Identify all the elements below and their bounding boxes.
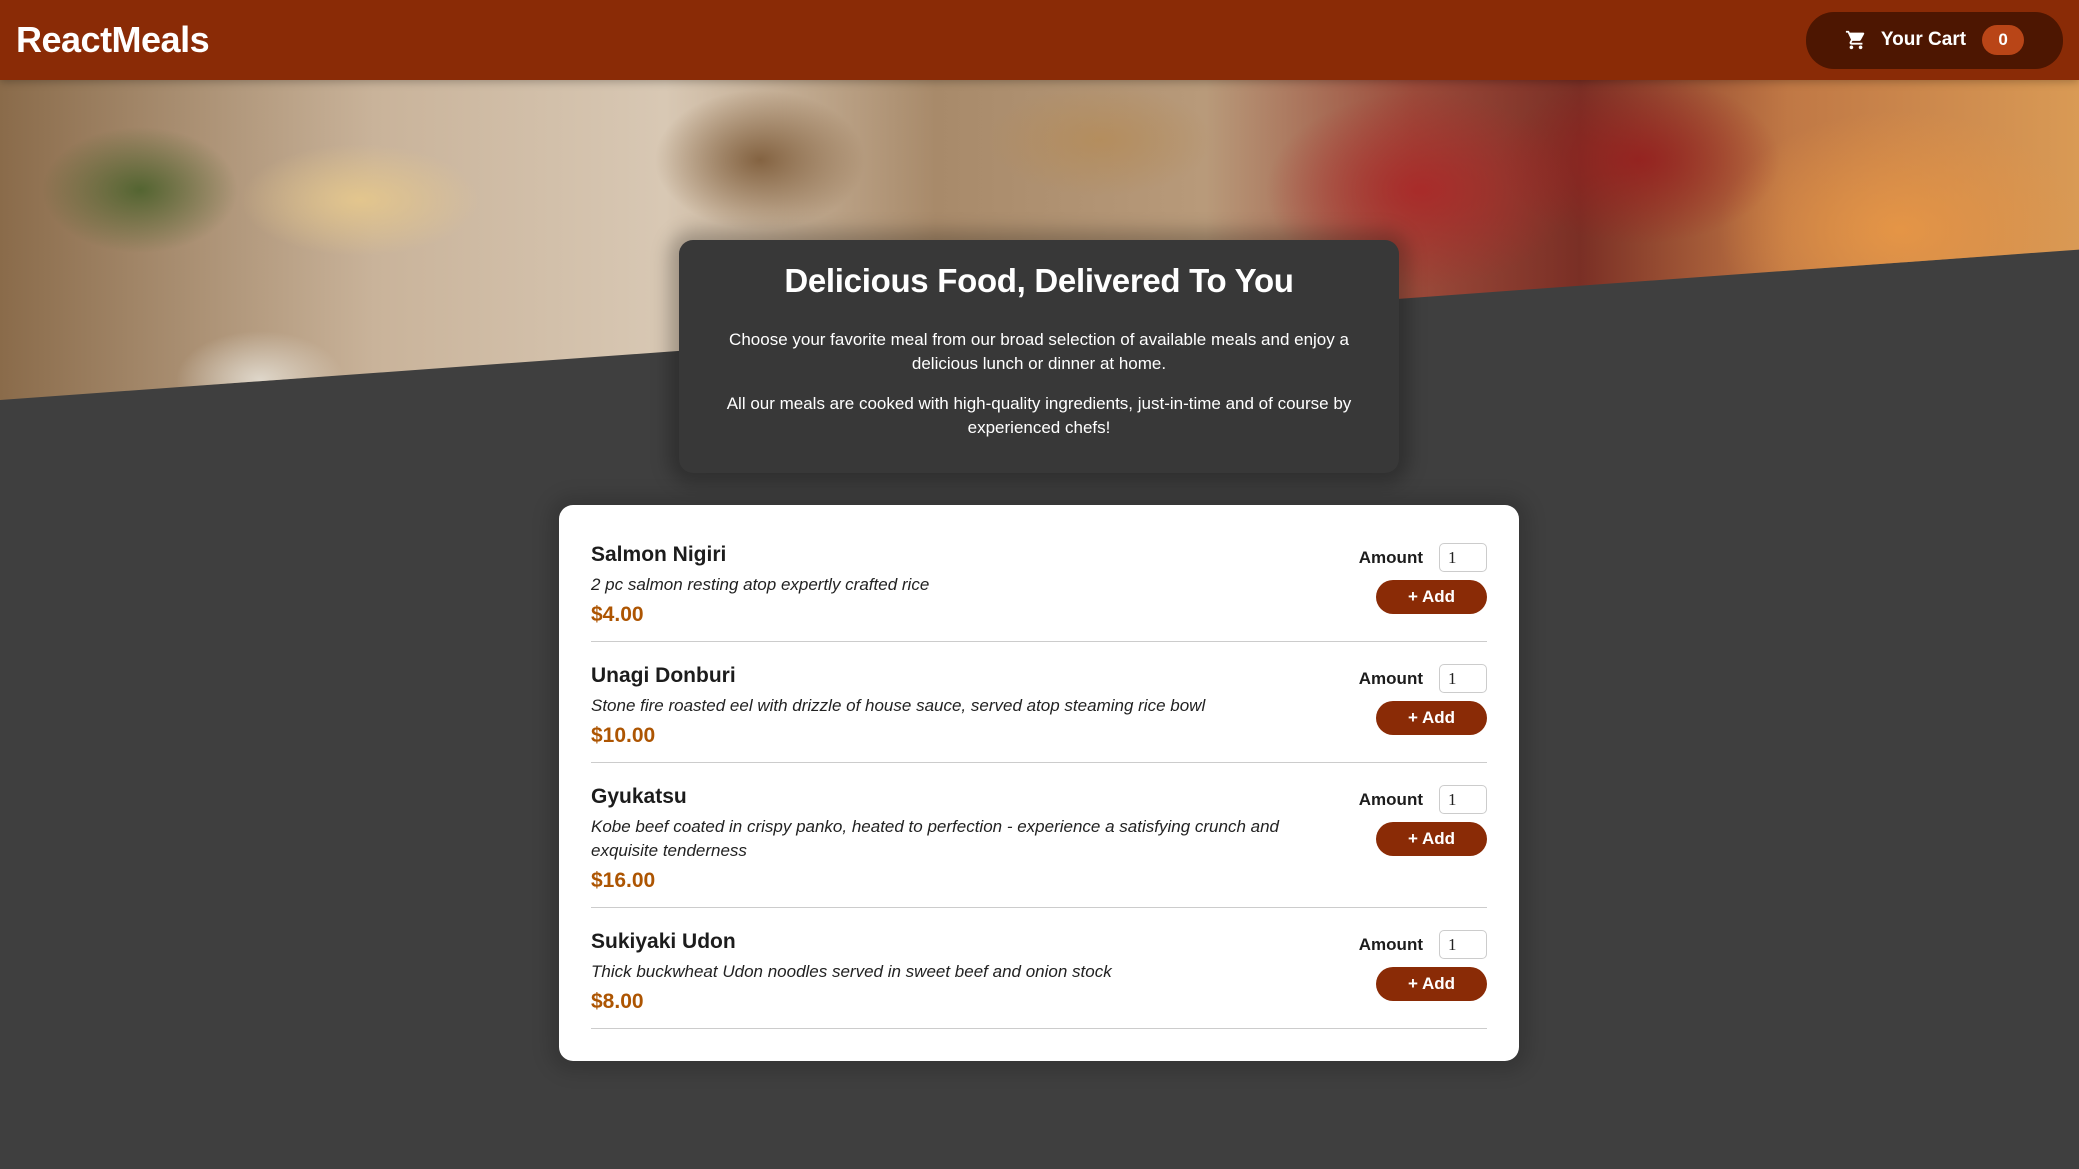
meal-name: Gyukatsu	[591, 785, 687, 808]
app-header: ReactMeals Your Cart 0	[0, 0, 2079, 80]
brand-title: ReactMeals	[16, 19, 210, 60]
meal-description: Stone fire roasted eel with drizzle of h…	[591, 696, 1206, 715]
amount-label: Amount	[1358, 934, 1423, 954]
meal-info: Gyukatsu Kobe beef coated in crispy pank…	[591, 785, 1331, 893]
amount-row: Amount	[1359, 664, 1487, 693]
meal-info: Salmon Nigiri 2 pc salmon resting atop e…	[591, 543, 1331, 627]
amount-input[interactable]	[1439, 664, 1487, 693]
cart-button[interactable]: Your Cart 0	[1806, 11, 2063, 69]
amount-label: Amount	[1358, 547, 1423, 567]
meal-name: Sukiyaki Udon	[591, 930, 736, 953]
summary-paragraph-2: All our meals are cooked with high-quali…	[726, 394, 1352, 437]
amount-row: Amount	[1359, 930, 1487, 959]
summary-title: Delicious Food, Delivered To You	[784, 262, 1294, 299]
cart-icon	[1845, 29, 1867, 51]
add-to-cart-button[interactable]: + Add	[1376, 701, 1487, 735]
meal-price: $16.00	[591, 869, 656, 892]
meal-price: $8.00	[591, 990, 644, 1013]
meal-price: $10.00	[591, 724, 656, 747]
meals-summary-card: Delicious Food, Delivered To You Choose …	[679, 240, 1399, 473]
amount-label: Amount	[1358, 668, 1423, 688]
meal-item-0: Salmon Nigiri 2 pc salmon resting atop e…	[591, 533, 1487, 642]
meal-item-1: Unagi Donburi Stone fire roasted eel wit…	[591, 654, 1487, 763]
add-to-cart-button[interactable]: + Add	[1376, 822, 1487, 856]
cart-count-badge: 0	[1982, 25, 2025, 55]
meal-price: $4.00	[591, 603, 644, 626]
meal-add-form: Amount + Add	[1331, 930, 1487, 1014]
amount-row: Amount	[1359, 543, 1487, 572]
available-meals-card: Salmon Nigiri 2 pc salmon resting atop e…	[559, 505, 1519, 1061]
add-to-cart-button[interactable]: + Add	[1376, 580, 1487, 614]
meal-item-3: Sukiyaki Udon Thick buckwheat Udon noodl…	[591, 920, 1487, 1029]
meal-info: Sukiyaki Udon Thick buckwheat Udon noodl…	[591, 930, 1331, 1014]
meal-name: Salmon Nigiri	[591, 543, 727, 566]
meal-description: 2 pc salmon resting atop expertly crafte…	[591, 575, 930, 594]
amount-label: Amount	[1358, 789, 1423, 809]
add-to-cart-button[interactable]: + Add	[1376, 967, 1487, 1001]
cart-label: Your Cart	[1880, 29, 1967, 50]
meal-add-form: Amount + Add	[1331, 664, 1487, 748]
meal-add-form: Amount + Add	[1331, 543, 1487, 627]
meal-info: Unagi Donburi Stone fire roasted eel wit…	[591, 664, 1331, 748]
meal-add-form: Amount + Add	[1331, 785, 1487, 893]
meal-description: Kobe beef coated in crispy panko, heated…	[591, 817, 1279, 860]
meal-item-2: Gyukatsu Kobe beef coated in crispy pank…	[591, 775, 1487, 908]
amount-input[interactable]	[1439, 785, 1487, 814]
amount-input[interactable]	[1439, 930, 1487, 959]
summary-paragraph-1: Choose your favorite meal from our broad…	[729, 330, 1349, 373]
meal-list: Salmon Nigiri 2 pc salmon resting atop e…	[591, 533, 1487, 1029]
amount-input[interactable]	[1439, 543, 1487, 572]
meal-name: Unagi Donburi	[591, 664, 736, 687]
meal-description: Thick buckwheat Udon noodles served in s…	[591, 962, 1112, 981]
amount-row: Amount	[1359, 785, 1487, 814]
